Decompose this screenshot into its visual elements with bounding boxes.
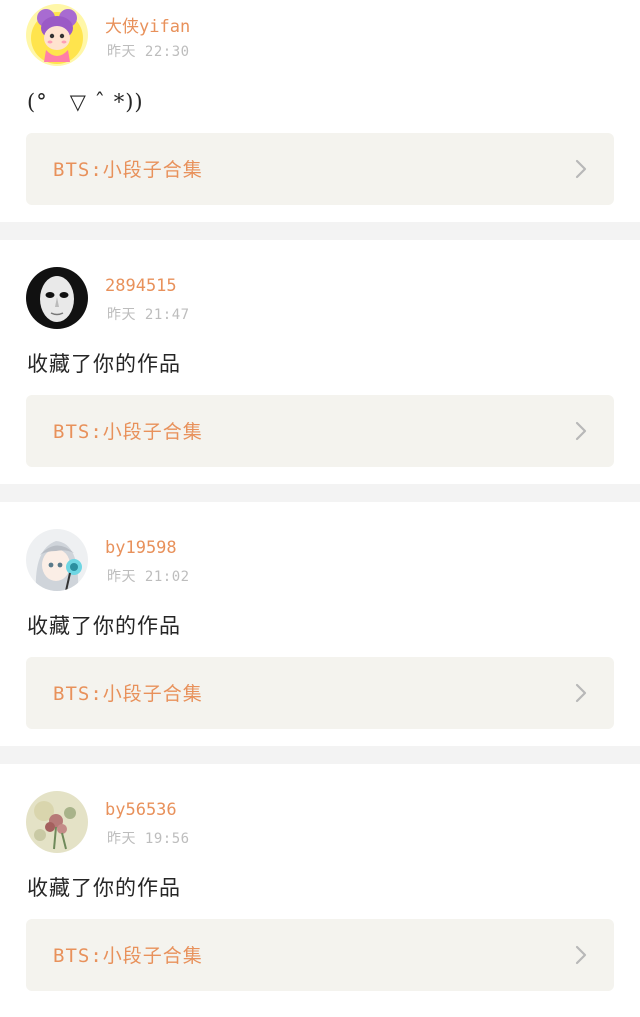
notification-message: 收藏了你的作品 [27, 614, 181, 638]
notification-message: 收藏了你的作品 [27, 352, 181, 376]
notification-message: (° ▽ ˆ *)) [27, 90, 144, 114]
timestamp: 昨天 22:30 [107, 44, 190, 60]
notification-card: 大侠yifan 昨天 22:30 (° ▽ ˆ *)) BTS:小段子合集 [0, 0, 640, 222]
flowers-avatar-icon [26, 791, 88, 853]
work-link-button[interactable]: BTS:小段子合集 [26, 657, 614, 729]
work-link-button[interactable]: BTS:小段子合集 [26, 395, 614, 467]
notification-card: by19598 昨天 21:02 收藏了你的作品 BTS:小段子合集 [0, 502, 640, 746]
timestamp: 昨天 21:47 [107, 307, 190, 323]
mask-avatar-icon [26, 267, 88, 329]
cartoon-girl-avatar-icon [26, 4, 88, 66]
username[interactable]: by56536 [105, 800, 177, 820]
section-divider [0, 222, 640, 240]
section-divider [0, 484, 640, 502]
timestamp: 昨天 21:02 [107, 569, 190, 585]
username[interactable]: 大侠yifan [105, 12, 190, 37]
chevron-right-icon [575, 159, 587, 179]
section-divider [0, 746, 640, 764]
user-avatar[interactable] [26, 267, 88, 329]
work-title: BTS:小段子合集 [53, 421, 203, 443]
notification-card: 2894515 昨天 21:47 收藏了你的作品 BTS:小段子合集 [0, 240, 640, 484]
work-title: BTS:小段子合集 [53, 945, 203, 967]
user-avatar[interactable] [26, 791, 88, 853]
work-title: BTS:小段子合集 [53, 159, 203, 181]
notification-feed: 大侠yifan 昨天 22:30 (° ▽ ˆ *)) BTS:小段子合集 28… [0, 0, 640, 1017]
timestamp: 昨天 19:56 [107, 831, 190, 847]
username[interactable]: 2894515 [105, 276, 177, 296]
work-link-button[interactable]: BTS:小段子合集 [26, 133, 614, 205]
user-avatar[interactable] [26, 4, 88, 66]
chevron-right-icon [575, 683, 587, 703]
notification-message: 收藏了你的作品 [27, 876, 181, 900]
work-link-button[interactable]: BTS:小段子合集 [26, 919, 614, 991]
username[interactable]: by19598 [105, 538, 177, 558]
user-avatar[interactable] [26, 529, 88, 591]
work-title: BTS:小段子合集 [53, 683, 203, 705]
anime-headphones-avatar-icon [26, 529, 88, 591]
notification-card: by56536 昨天 19:56 收藏了你的作品 BTS:小段子合集 [0, 764, 640, 1017]
chevron-right-icon [575, 945, 587, 965]
chevron-right-icon [575, 421, 587, 441]
